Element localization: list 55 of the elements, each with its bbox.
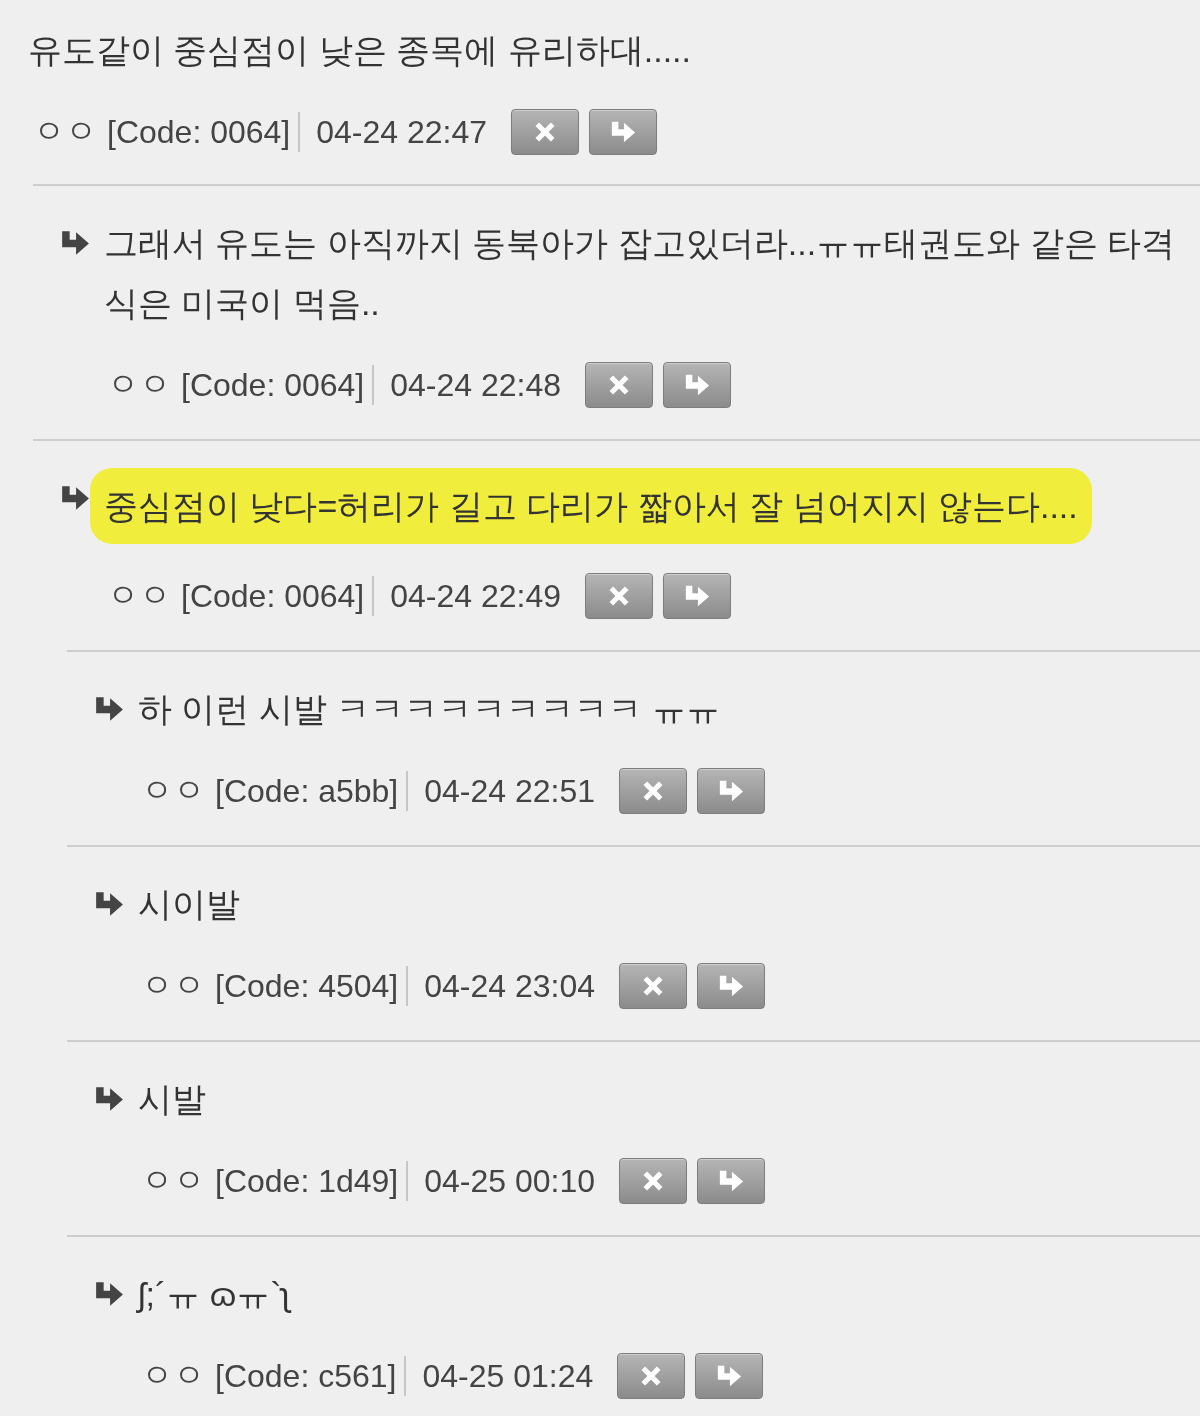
reply-button[interactable] [697, 963, 766, 1009]
reply-arrow-icon [94, 1086, 124, 1112]
comment-text: 유도같이 중심점이 낮은 종목에 유리하대..... [28, 30, 692, 71]
comment-text: 하 이런 시발 ㅋㅋㅋㅋㅋㅋㅋㅋㅋ ㅠㅠ [138, 689, 720, 730]
reply-button[interactable] [697, 768, 766, 814]
timestamp: 04-24 22:49 [390, 577, 562, 615]
user-code: [Code: 0064] [181, 366, 365, 404]
author-name: ㅇㅇ [33, 112, 97, 151]
reply-arrow-icon [60, 485, 90, 511]
timestamp: 04-24 22:48 [390, 366, 562, 404]
reply-arrow-icon [94, 891, 124, 917]
curved-arrow-icon [610, 120, 637, 144]
reply-arrow-icon [94, 696, 124, 722]
comment-text: 시이발 [138, 884, 240, 925]
reply-button[interactable] [663, 362, 732, 408]
reply-button[interactable] [589, 109, 658, 155]
timestamp: 04-24 23:04 [424, 967, 596, 1005]
curved-arrow-icon [716, 1364, 743, 1388]
user-code: [Code: 0064] [107, 113, 291, 151]
delete-button[interactable] [617, 1353, 686, 1399]
user-code: [Code: 1d49] [215, 1162, 399, 1200]
curved-arrow-icon [684, 584, 711, 608]
comment-text: 중심점이 낮다=허리가 길고 다리가 짧아서 잘 넘어지지 않는다.... [90, 468, 1092, 544]
author-name: ㅇㅇ [107, 365, 171, 404]
curved-arrow-icon [718, 779, 745, 803]
curved-arrow-icon [718, 1169, 745, 1193]
delete-button[interactable] [585, 362, 654, 408]
timestamp: 04-25 00:10 [424, 1162, 596, 1200]
author-name: ㅇㅇ [141, 966, 205, 1005]
author-name: ㅇㅇ [141, 1161, 205, 1200]
delete-button[interactable] [619, 963, 688, 1009]
reply-button[interactable] [697, 1158, 766, 1204]
delete-button[interactable] [585, 573, 654, 619]
user-code: [Code: 0064] [181, 577, 365, 615]
user-code: [Code: c561] [215, 1357, 397, 1395]
author-name: ㅇㅇ [141, 771, 205, 810]
curved-arrow-icon [718, 974, 745, 998]
comment-text: ʃ;´ㅠ ɷㅠ`ʅ [138, 1274, 290, 1315]
timestamp: 04-24 22:51 [424, 772, 596, 810]
comment-text: 그래서 유도는 아직까지 동북아가 잡고있더라...ㅠㅠ태권도와 같은 타격식은 미국이 먹음.. [104, 223, 1177, 324]
author-name: ㅇㅇ [141, 1356, 205, 1395]
reply-button[interactable] [695, 1353, 764, 1399]
curved-arrow-icon [684, 373, 711, 397]
reply-arrow-icon [60, 230, 90, 256]
reply-button[interactable] [663, 573, 732, 619]
timestamp: 04-24 22:47 [316, 113, 488, 151]
timestamp: 04-25 01:24 [422, 1357, 594, 1395]
user-code: [Code: a5bb] [215, 772, 399, 810]
delete-button[interactable] [511, 109, 580, 155]
comment-text: 시발 [138, 1079, 206, 1120]
delete-button[interactable] [619, 768, 688, 814]
user-code: [Code: 4504] [215, 967, 399, 1005]
reply-arrow-icon [94, 1281, 124, 1307]
delete-button[interactable] [619, 1158, 688, 1204]
author-name: ㅇㅇ [107, 576, 171, 615]
